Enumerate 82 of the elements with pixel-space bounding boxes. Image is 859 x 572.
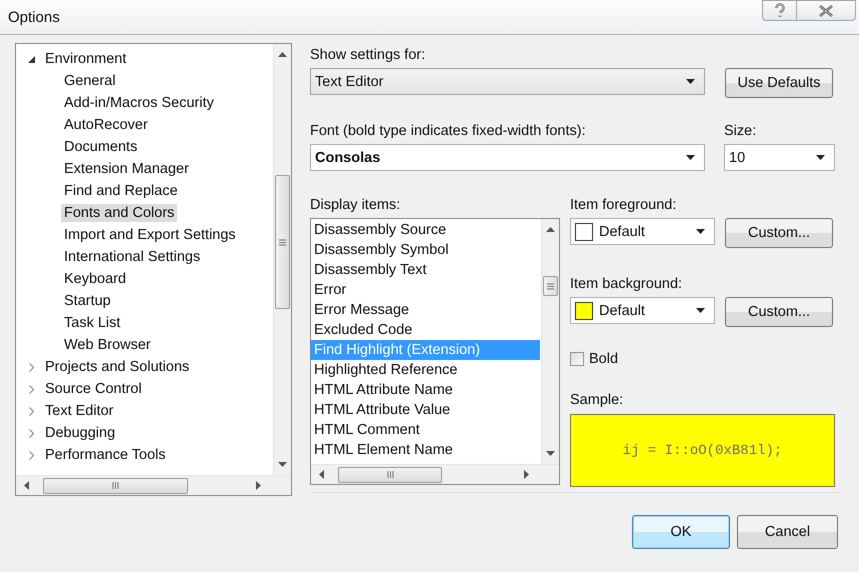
collapsed-chevron-icon[interactable] [28, 428, 34, 438]
scrollbar-thumb[interactable] [543, 276, 558, 296]
collapsed-chevron-icon[interactable] [28, 450, 34, 460]
scrollbar-thumb[interactable] [338, 466, 442, 482]
scrollbar-thumb[interactable] [275, 175, 290, 309]
sample-label: Sample: [570, 392, 624, 408]
list-item[interactable]: Error Message [311, 300, 540, 320]
horizontal-scrollbar[interactable] [16, 475, 291, 495]
tree-item[interactable]: Projects and Solutions [42, 358, 192, 376]
sample-preview: ij = I::oO(0xB81l); [570, 414, 835, 487]
tree-item[interactable]: Add-in/Macros Security [61, 94, 217, 112]
custom-button[interactable]: Custom... [725, 218, 833, 248]
list-item[interactable]: HTML Attribute Name [311, 380, 540, 400]
collapsed-chevron-icon[interactable] [28, 406, 34, 416]
display-items-label: Display items: [310, 197, 402, 213]
help-icon [774, 3, 786, 18]
tree-item[interactable]: Text Editor [42, 402, 116, 420]
font-dropdown[interactable]: Consolas [310, 144, 705, 171]
tree-item[interactable]: Performance Tools [42, 446, 169, 464]
vertical-scrollbar[interactable] [273, 44, 291, 475]
scroll-up-icon[interactable] [278, 52, 287, 57]
font-label: Font (bold type indicates fixed-width fonts): [310, 123, 587, 139]
scroll-left-icon[interactable] [319, 470, 324, 479]
dialog-button[interactable]: Cancel [737, 515, 838, 549]
tree-item[interactable]: Debugging [42, 424, 118, 442]
show-settings-label: Show settings for: [310, 47, 426, 63]
tree-item[interactable]: Extension Manager [61, 160, 192, 178]
dropdown-arrow-icon [696, 229, 705, 234]
dropdown-arrow-icon [816, 155, 825, 160]
size-dropdown[interactable]: 10 [724, 144, 835, 171]
item-background-label: Item background: [570, 276, 684, 292]
tree-item[interactable]: Keyboard [61, 270, 130, 288]
color-dropdown[interactable]: Default [570, 218, 715, 245]
scroll-up-icon[interactable] [546, 227, 555, 232]
list-item[interactable]: HTML Comment [311, 420, 540, 440]
bold-checkbox[interactable] [570, 352, 584, 366]
list-item[interactable]: Error [311, 280, 540, 300]
list-item[interactable]: Disassembly Text [311, 260, 540, 280]
tree-item[interactable]: Import and Export Settings [61, 226, 239, 244]
settings-dropdown[interactable]: Text Editor [310, 68, 705, 95]
size-label: Size: [724, 123, 758, 139]
list-item[interactable]: HTML Element Name [311, 440, 540, 460]
item-foreground-label: Item foreground: [570, 197, 678, 213]
tree-item[interactable]: Documents [61, 138, 140, 156]
tree-item[interactable]: AutoRecover [61, 116, 151, 134]
tree-item[interactable]: General [61, 72, 119, 90]
tree-item[interactable]: Find and Replace [61, 182, 181, 200]
collapsed-chevron-icon[interactable] [28, 384, 34, 394]
custom-button[interactable]: Custom... [725, 297, 833, 327]
use-defaults-button[interactable]: Use Defaults [725, 68, 833, 98]
tree-item[interactable]: Environment [42, 50, 130, 68]
tree-item[interactable]: International Settings [61, 248, 204, 266]
dialog-button[interactable]: OK [632, 515, 730, 549]
tree-item[interactable]: Source Control [42, 380, 145, 398]
vertical-scrollbar[interactable] [541, 219, 559, 464]
list-item[interactable]: Excluded Code [311, 320, 540, 340]
dropdown-arrow-icon [686, 79, 695, 84]
tree-item[interactable]: Web Browser [61, 336, 154, 354]
scroll-down-icon[interactable] [278, 462, 287, 467]
scroll-down-icon[interactable] [546, 451, 555, 456]
tree-item[interactable]: Startup [61, 292, 114, 310]
dropdown-arrow-icon [696, 308, 705, 313]
tree-item[interactable]: Task List [61, 314, 124, 332]
scroll-right-icon[interactable] [524, 470, 529, 479]
color-dropdown[interactable]: Default [570, 297, 715, 324]
list-item[interactable]: HTML Attribute Value [311, 400, 540, 420]
list-item[interactable]: Disassembly Source [311, 220, 540, 240]
close-button[interactable] [796, 0, 856, 21]
dropdown-arrow-icon [686, 155, 695, 160]
window-title: Options [8, 9, 60, 26]
scrollbar-thumb[interactable] [43, 478, 188, 494]
horizontal-scrollbar[interactable] [311, 464, 559, 484]
list-item[interactable]: Disassembly Symbol [311, 240, 540, 260]
list-item[interactable]: Highlighted Reference [311, 360, 540, 380]
scroll-right-icon[interactable] [256, 481, 261, 490]
scroll-left-icon[interactable] [24, 481, 29, 490]
expanded-triangle-icon[interactable] [28, 56, 34, 62]
help-button[interactable] [762, 0, 796, 21]
collapsed-chevron-icon[interactable] [28, 362, 34, 372]
bold-label: Bold [589, 351, 618, 367]
close-icon [819, 4, 833, 16]
tree-item[interactable]: Fonts and Colors [61, 204, 178, 222]
